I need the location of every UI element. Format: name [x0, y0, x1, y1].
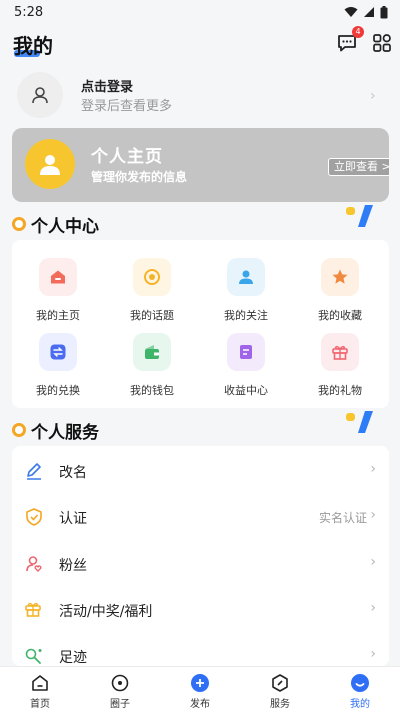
- follow-user-icon: [227, 258, 265, 296]
- page-title: 我的: [13, 34, 53, 58]
- grid-item-label: 我的收藏: [318, 309, 362, 322]
- exchange-icon: [39, 333, 77, 371]
- status-bar: 5:28: [0, 0, 400, 24]
- publish-icon: [190, 673, 210, 693]
- nav-label: 服务: [270, 699, 290, 710]
- battery-icon: [380, 5, 388, 18]
- section-personal-center: 个人中心: [0, 205, 400, 239]
- grid-item[interactable]: 我的话题: [112, 258, 192, 328]
- personal-homepage-banner[interactable]: 个人主页 管理你发布的信息 立即查看 >: [12, 128, 389, 202]
- grid-item[interactable]: 我的收藏: [300, 258, 380, 328]
- topic-icon: [133, 258, 171, 296]
- message-badge: 4: [352, 26, 364, 38]
- service-row[interactable]: 活动/中奖/福利 ›: [12, 587, 389, 633]
- status-time: 5:28: [14, 4, 44, 20]
- nav-item[interactable]: 服务: [240, 667, 320, 712]
- grid-item[interactable]: 我的关注: [206, 258, 286, 328]
- income-icon: [227, 333, 265, 371]
- grid-item[interactable]: 我的兑换: [18, 333, 98, 403]
- user-icon: [32, 87, 48, 104]
- avatar[interactable]: [17, 72, 63, 118]
- banner-title: 个人主页: [91, 147, 163, 167]
- personal-service-list: 改名 › 认证 实名认证 › 粉丝 › 活动/中奖/福利 › 足迹 ›: [12, 446, 389, 666]
- banner-user-icon: [25, 139, 75, 189]
- status-icons: [344, 5, 388, 19]
- grid-item-label: 我的礼物: [318, 384, 362, 397]
- section-title: 个人服务: [31, 423, 99, 443]
- star-icon: [321, 258, 359, 296]
- grid-item[interactable]: 我的主页: [18, 258, 98, 328]
- user-icon: [40, 155, 60, 175]
- section-dot-icon: [12, 423, 26, 437]
- grid-item-label: 我的关注: [224, 309, 268, 322]
- shield-icon: [24, 507, 44, 527]
- grid-item-label: 我的话题: [130, 309, 174, 322]
- service-label: 足迹: [59, 650, 87, 666]
- footprint-icon: [24, 646, 44, 666]
- apps-grid-icon[interactable]: [371, 32, 393, 54]
- gift-icon: [321, 333, 359, 371]
- fans-icon: [24, 554, 44, 574]
- grid-item-label: 收益中心: [224, 384, 268, 397]
- chevron-right-icon: ›: [370, 599, 376, 616]
- grid-item[interactable]: 收益中心: [206, 333, 286, 403]
- section-personal-service: 个人服务: [0, 411, 400, 445]
- service-value: 实名认证: [318, 511, 367, 526]
- chevron-right-icon: ›: [370, 646, 376, 663]
- grid-item-label: 我的兑换: [36, 384, 80, 397]
- service-label: 活动/中奖/福利: [59, 603, 153, 620]
- service-label: 改名: [59, 465, 87, 481]
- nav-item[interactable]: 我的: [320, 667, 400, 712]
- view-now-button[interactable]: 立即查看 >: [328, 158, 389, 176]
- service-row[interactable]: 认证 实名认证 ›: [12, 494, 389, 540]
- grid-item-label: 我的钱包: [130, 384, 174, 397]
- service-label: 认证: [59, 511, 87, 528]
- edit-icon: [24, 461, 44, 481]
- nav-item[interactable]: 发布: [160, 667, 240, 712]
- gift-icon: [24, 600, 44, 620]
- me-icon: [350, 673, 370, 693]
- personal-center-grid: 我的主页 我的话题 我的关注 我的收藏我的兑换 我的钱包 收益中心 我的礼物: [12, 240, 389, 408]
- wallet-icon: [133, 333, 171, 371]
- section-dot-icon: [12, 217, 26, 231]
- chevron-right-icon: ›: [370, 461, 376, 477]
- service-row[interactable]: 足迹 ›: [12, 633, 389, 666]
- service-row[interactable]: 改名 ›: [12, 448, 389, 494]
- service-label: 粉丝: [59, 557, 87, 574]
- bottom-nav: 首页 圈子 发布 服务 我的: [0, 666, 400, 712]
- decoration-icon: [346, 205, 373, 227]
- header: 我的 4: [0, 24, 400, 64]
- nav-label: 圈子: [110, 699, 130, 710]
- chevron-right-icon: ›: [370, 553, 376, 570]
- nav-label: 我的: [350, 699, 370, 710]
- nav-label: 发布: [190, 699, 210, 710]
- login-row[interactable]: 点击登录 登录后查看更多 ›: [0, 66, 400, 124]
- home-icon: [39, 258, 77, 296]
- service-row[interactable]: 粉丝 ›: [12, 541, 389, 587]
- chevron-right-icon: ›: [370, 507, 376, 524]
- nav-item[interactable]: 圈子: [80, 667, 160, 712]
- nav-label: 首页: [30, 699, 50, 710]
- section-title: 个人中心: [31, 217, 99, 237]
- login-title: 点击登录: [81, 80, 134, 95]
- nav-item[interactable]: 首页: [0, 667, 80, 712]
- chevron-right-icon: ›: [370, 88, 376, 104]
- grid-item-label: 我的主页: [36, 309, 80, 322]
- decoration-icon: [346, 411, 373, 433]
- grid-item[interactable]: 我的礼物: [300, 333, 380, 403]
- signal-icon: [364, 7, 374, 17]
- grid-item[interactable]: 我的钱包: [112, 333, 192, 403]
- banner-subtitle: 管理你发布的信息: [91, 170, 188, 184]
- service-icon: [270, 673, 290, 693]
- home-icon: [30, 673, 50, 693]
- wifi-icon: [344, 7, 358, 17]
- circle-icon: [110, 673, 130, 693]
- login-subtitle: 登录后查看更多: [81, 99, 173, 114]
